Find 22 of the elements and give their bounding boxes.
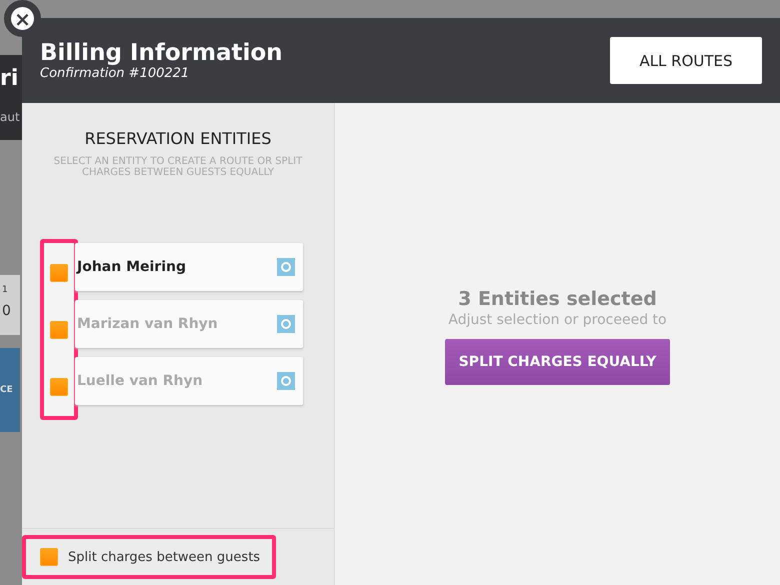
confirmation-number: Confirmation #100221	[40, 66, 190, 81]
entity-card[interactable]: Johan Meiring	[75, 243, 303, 291]
page-text: 0	[1, 302, 12, 319]
checkbox[interactable]	[50, 264, 68, 282]
selection-count: 3 Entities selected	[458, 288, 657, 310]
panel-heading: RESERVATION ENTITIES	[84, 129, 272, 148]
entity-name: Johan Meiring	[77, 259, 186, 275]
page-text: ri	[0, 66, 18, 91]
dialog-title: Billing Information	[40, 40, 283, 66]
checkbox[interactable]	[40, 548, 58, 566]
entity-name: Marizan van Rhyn	[77, 316, 218, 332]
split-charges-label: Split charges between guests	[68, 550, 260, 564]
summary-hint: Adjust selection or proceeed to	[448, 312, 667, 328]
close-button[interactable]: ×	[4, 0, 41, 37]
all-routes-button[interactable]: ALL ROUTES	[610, 37, 762, 84]
panel-instructions: SELECT AN ENTITY TO CREATE A ROUTE OR SPLIT CHARGES BETWEEN GUESTS EQUALLY	[52, 156, 304, 178]
checkbox[interactable]	[50, 378, 68, 396]
page-text: aut	[0, 110, 21, 124]
split-charges-button[interactable]: SPLIT CHARGES EQUALLY	[444, 339, 670, 385]
page-text: 1	[1, 284, 9, 295]
entity-name: Luelle van Rhyn	[77, 373, 203, 389]
checkbox[interactable]	[50, 320, 68, 338]
